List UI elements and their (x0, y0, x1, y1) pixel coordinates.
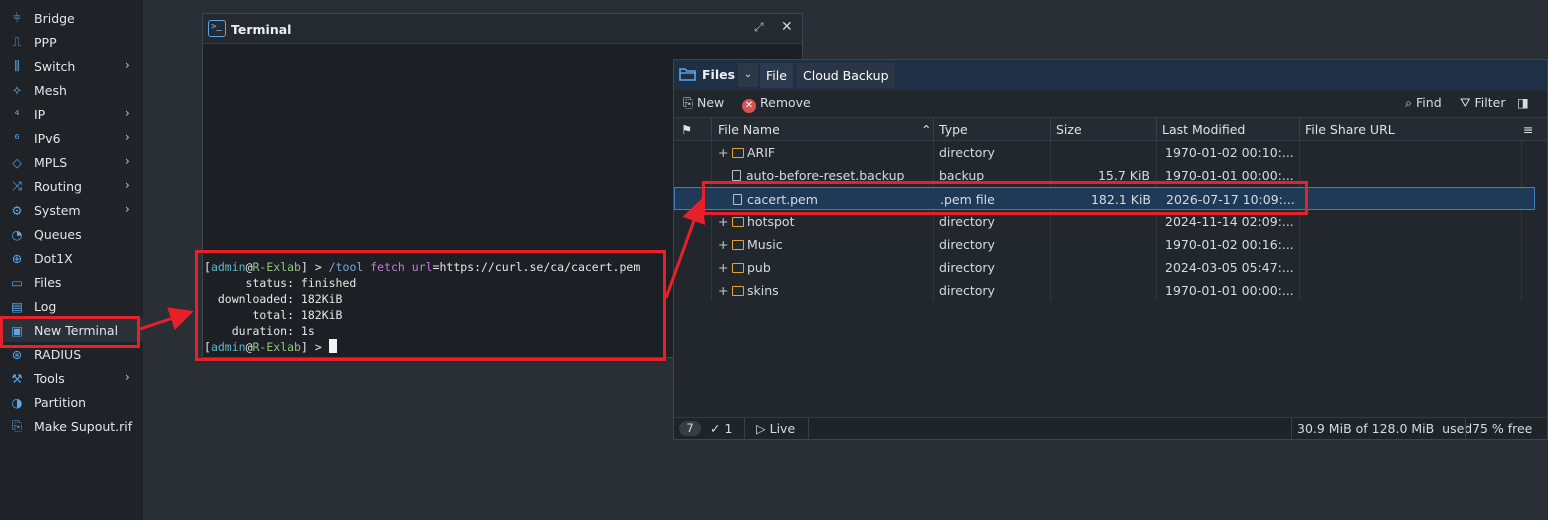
annotation-arrows (139, 198, 706, 331)
arrow-to-terminal (139, 307, 194, 331)
arrow-to-file-row (664, 198, 706, 299)
